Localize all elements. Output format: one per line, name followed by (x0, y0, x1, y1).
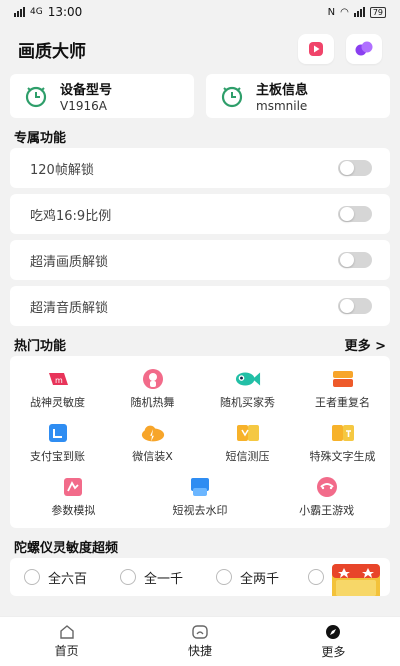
alipay-icon (45, 422, 71, 444)
device-model-card: 设备型号 V1916A (10, 74, 194, 118)
play-icon (309, 42, 323, 56)
gyro-title: 陀螺仪灵敏度超频 (14, 540, 119, 556)
hot-functions-panel: m 战神灵敏度 随机热舞 随机买家秀 王者重复名 支付宝到账 微信装X 短信测压 (10, 356, 390, 528)
hot-title: 热门功能 (14, 338, 67, 354)
cell-signal-icon (353, 7, 365, 17)
compass-icon (326, 624, 341, 639)
hot-item-label: 王者重复名 (315, 396, 370, 409)
hot-item-label: 短视去水印 (172, 504, 228, 517)
hot-item[interactable]: 短视去水印 (137, 470, 264, 524)
hot-item-label: 随机买家秀 (220, 396, 275, 409)
device-model-label: 设备型号 (60, 83, 113, 98)
status-bar: 4G 13:00 N ◠ 79 (0, 0, 400, 24)
toggle-row-16-9: 吃鸡16:9比例 (10, 194, 390, 234)
android-clock-icon (221, 86, 243, 108)
hot-item-label: 参数模拟 (51, 504, 96, 517)
hot-item-label: 特殊文字生成 (309, 450, 376, 463)
exclusive-title: 专属功能 (14, 130, 67, 146)
tag-icon (330, 368, 356, 390)
toggle-switch[interactable] (338, 206, 372, 222)
hot-section-title: 热门功能 更多 > (0, 332, 400, 356)
app-header: 画质大师 (0, 24, 400, 74)
nav-label: 快捷 (187, 643, 212, 658)
svg-text:m: m (55, 376, 63, 385)
watermark-icon (187, 476, 213, 498)
nav-shortcut[interactable]: 快捷 (133, 617, 266, 666)
toggle-label: 120帧解锁 (30, 162, 94, 178)
message-icon (235, 422, 261, 444)
bottom-nav: 首页 快捷 更多 (0, 616, 400, 666)
radio-button[interactable] (120, 569, 136, 585)
hot-item[interactable]: 王者重复名 (295, 362, 390, 416)
hot-item[interactable]: 特殊文字生成 (295, 416, 390, 470)
gamepad-icon (314, 476, 340, 498)
toggle-label: 超清画质解锁 (30, 254, 109, 270)
video-button[interactable] (298, 34, 334, 64)
chat-button[interactable] (346, 34, 382, 64)
android-clock-icon (25, 86, 47, 108)
device-model-value: V1916A (60, 99, 107, 113)
radio-button[interactable] (216, 569, 232, 585)
gyro-option-1000[interactable]: 全一千 (120, 568, 210, 587)
signal-icon (14, 7, 25, 17)
gyro-section-title: 陀螺仪灵敏度超频 (0, 534, 400, 558)
device-info-row: 设备型号 V1916A 主板信息 msmnile (0, 74, 400, 118)
hot-item[interactable]: m 战神灵敏度 (10, 362, 105, 416)
more-link[interactable]: 更多 > (345, 335, 386, 354)
nav-label: 更多 (321, 644, 346, 659)
gyro-option-label: 全六百 (48, 571, 88, 587)
hot-item[interactable]: 随机热舞 (105, 362, 200, 416)
dancer-icon (140, 368, 166, 390)
hot-item-label: 随机热舞 (130, 396, 175, 409)
hot-item-label: 支付宝到账 (30, 450, 85, 463)
hot-item[interactable]: 参数模拟 (10, 470, 137, 524)
toggle-row-120fps: 120帧解锁 (10, 148, 390, 188)
gyro-option-2000[interactable]: 全两千 (216, 568, 306, 587)
gyro-option-label: 全一千 (144, 571, 184, 587)
hot-item[interactable]: 随机买家秀 (200, 362, 295, 416)
toggle-label: 超清音质解锁 (30, 300, 109, 316)
nav-label: 首页 (54, 643, 79, 658)
radio-button[interactable] (308, 569, 324, 585)
toggle-row-hd-graphics: 超清画质解锁 (10, 240, 390, 280)
hot-item[interactable]: 微信装X (105, 416, 200, 470)
board-info-value: msmnile (256, 99, 308, 113)
gyro-options-panel: 全六百 全一千 全两千 (10, 558, 390, 596)
shortcut-icon (192, 624, 208, 639)
board-info-label: 主板信息 (256, 83, 309, 98)
home-icon (59, 624, 74, 639)
gyro-option-600[interactable]: 全六百 (24, 568, 114, 587)
hot-item-label: 短信测压 (225, 450, 270, 463)
exclusive-section-title: 专属功能 (0, 124, 400, 148)
hot-item-label: 战神灵敏度 (30, 396, 85, 409)
hot-item-label: 小霸王游戏 (299, 504, 355, 517)
fish-icon (235, 368, 261, 390)
toggle-switch[interactable] (338, 252, 372, 268)
battery-indicator: 79 (369, 6, 386, 18)
toggle-label: 吃鸡16:9比例 (30, 208, 112, 224)
params-icon (60, 476, 86, 498)
radio-button[interactable] (24, 569, 40, 585)
nav-home[interactable]: 首页 (0, 617, 133, 666)
hot-item[interactable]: 支付宝到账 (10, 416, 105, 470)
page-title: 画质大师 (18, 41, 86, 62)
nfc-icon: N (327, 6, 336, 18)
status-time: 13:00 (47, 5, 83, 19)
gyro-option-label: 全两千 (240, 571, 280, 587)
network-type: 4G (30, 7, 43, 17)
nav-more[interactable]: 更多 (267, 617, 400, 666)
wifi-icon: ◠ (340, 6, 349, 18)
chat-bubbles-icon (355, 41, 373, 56)
toggle-switch[interactable] (338, 298, 372, 314)
promo-treasure-icon[interactable] (330, 558, 382, 596)
toggle-switch[interactable] (338, 160, 372, 176)
cloud-icon (140, 422, 166, 444)
hot-item[interactable]: 短信测压 (200, 416, 295, 470)
hot-item-label: 微信装X (132, 450, 173, 463)
toggle-row-hd-audio: 超清音质解锁 (10, 286, 390, 326)
board-info-card: 主板信息 msmnile (206, 74, 390, 118)
text-gen-icon (330, 422, 356, 444)
hot-item[interactable]: 小霸王游戏 (263, 470, 390, 524)
game-controller-icon: m (45, 368, 71, 390)
